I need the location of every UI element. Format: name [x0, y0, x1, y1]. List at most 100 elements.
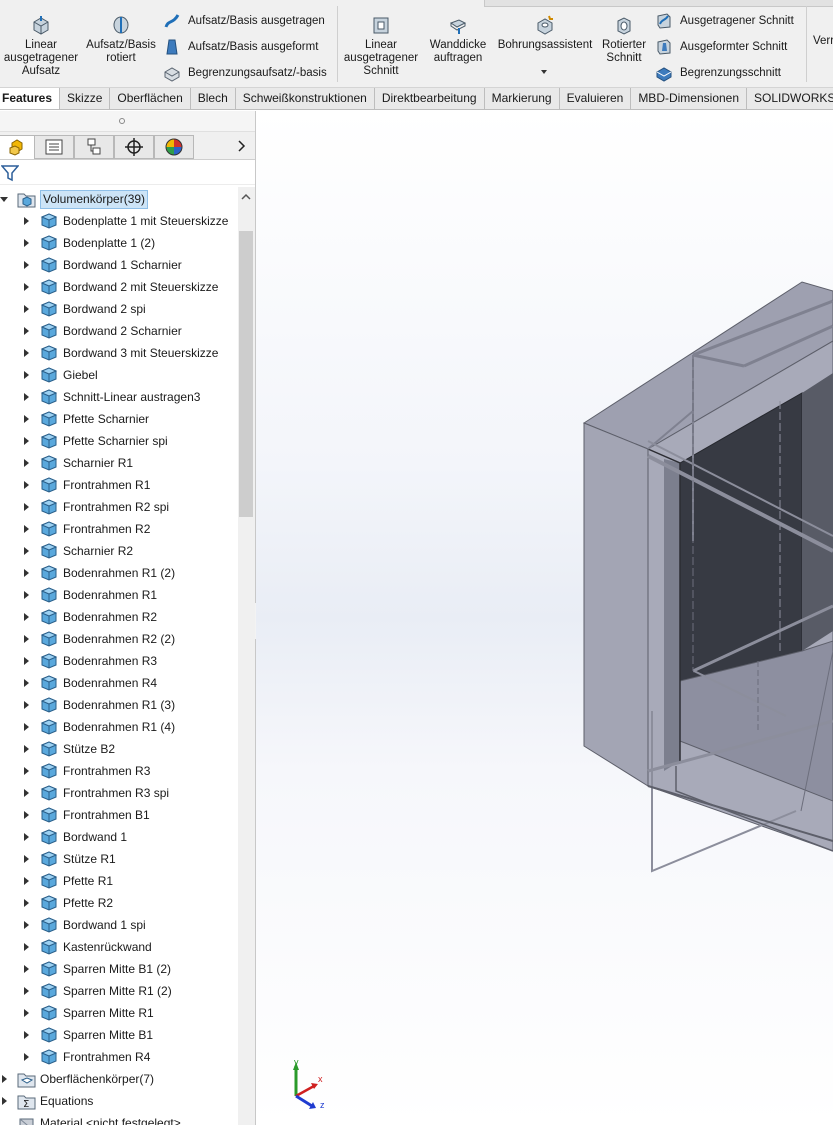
collapse-arrow-icon[interactable]	[0, 195, 8, 203]
tree-filter-row[interactable]	[0, 161, 255, 185]
tree-body-item[interactable]: Giebel	[22, 364, 98, 386]
expand-arrow-icon[interactable]	[22, 987, 30, 995]
tree-body-item[interactable]: Pfette R2	[22, 892, 113, 914]
expand-arrow-icon[interactable]	[22, 481, 30, 489]
tab-markup[interactable]: Markierung	[485, 88, 560, 109]
tab-configuration-manager[interactable]	[74, 135, 114, 159]
expand-arrow-icon[interactable]	[22, 877, 30, 885]
expand-arrow-icon[interactable]	[22, 217, 30, 225]
scroll-thumb[interactable]	[239, 231, 253, 517]
tree-scrollbar[interactable]	[238, 187, 255, 1125]
expand-arrow-icon[interactable]	[22, 1031, 30, 1039]
tree-body-item[interactable]: Bodenplatte 1 mit Steuerskizze	[22, 210, 228, 232]
expand-arrow-icon[interactable]	[22, 327, 30, 335]
expand-arrow-icon[interactable]	[22, 437, 30, 445]
tab-display-manager[interactable]	[154, 135, 194, 159]
linear-boss-button[interactable]: Linear ausgetragener Aufsatz	[2, 14, 80, 78]
expand-arrow-icon[interactable]	[22, 701, 30, 709]
tree-body-item[interactable]: Bodenrahmen R2	[22, 606, 157, 628]
swept-boss-button[interactable]: Aufsatz/Basis ausgetragen	[162, 11, 325, 31]
boundary-boss-button[interactable]: Begrenzungsaufsatz/-basis	[162, 63, 327, 83]
graphics-area[interactable]: y x z	[256, 111, 833, 1125]
expand-arrow-icon[interactable]	[22, 1053, 30, 1061]
tree-body-item[interactable]: Sparren Mitte R1 (2)	[22, 980, 172, 1002]
tree-body-item[interactable]: Frontrahmen R1	[22, 474, 150, 496]
expand-arrow-icon[interactable]	[22, 855, 30, 863]
expand-arrow-icon[interactable]	[0, 1119, 8, 1125]
tree-surface-bodies[interactable]: Oberflächenkörper(7)	[0, 1068, 154, 1090]
expand-arrow-icon[interactable]	[22, 635, 30, 643]
expand-arrow-icon[interactable]	[22, 965, 30, 973]
tree-body-item[interactable]: Scharnier R2	[22, 540, 133, 562]
tab-weldments[interactable]: Schweißkonstruktionen	[236, 88, 375, 109]
tab-sheet-metal[interactable]: Blech	[191, 88, 236, 109]
tree-body-item[interactable]: Bodenrahmen R1	[22, 584, 157, 606]
tree-body-item[interactable]: Kastenrückwand	[22, 936, 152, 958]
panel-grip[interactable]	[0, 111, 255, 132]
tabs-scroll-right-icon[interactable]	[236, 139, 248, 153]
tree-body-item[interactable]: Bodenrahmen R4	[22, 672, 157, 694]
tree-body-item[interactable]: Bodenrahmen R3	[22, 650, 157, 672]
expand-arrow-icon[interactable]	[22, 1009, 30, 1017]
expand-arrow-icon[interactable]	[22, 723, 30, 731]
tree-body-item[interactable]: Bordwand 1 spi	[22, 914, 146, 936]
tree-body-item[interactable]: Stütze R1	[22, 848, 116, 870]
tree-body-item[interactable]: Frontrahmen R2 spi	[22, 496, 169, 518]
tree-body-item[interactable]: Schnitt-Linear austragen3	[22, 386, 200, 408]
tree-body-item[interactable]: Sparren Mitte B1	[22, 1024, 153, 1046]
tree-body-item[interactable]: Bordwand 2 Scharnier	[22, 320, 182, 342]
tree-equations[interactable]: Σ Equations	[0, 1090, 93, 1112]
filter-icon[interactable]	[0, 164, 20, 185]
tree-body-item[interactable]: Bordwand 2 spi	[22, 298, 146, 320]
expand-arrow-icon[interactable]	[22, 679, 30, 687]
expand-arrow-icon[interactable]	[22, 767, 30, 775]
expand-arrow-icon[interactable]	[22, 789, 30, 797]
expand-arrow-icon[interactable]	[22, 569, 30, 577]
expand-arrow-icon[interactable]	[22, 261, 30, 269]
tree-body-item[interactable]: Scharnier R1	[22, 452, 133, 474]
tab-dimxpert-manager[interactable]	[114, 135, 154, 159]
expand-arrow-icon[interactable]	[22, 921, 30, 929]
expand-arrow-icon[interactable]	[22, 811, 30, 819]
tree-body-item[interactable]: Sparren Mitte B1 (2)	[22, 958, 171, 980]
more-commands-button[interactable]: Verr	[813, 31, 833, 51]
tab-evaluate[interactable]: Evaluieren	[560, 88, 632, 109]
model-3d-view[interactable]	[256, 111, 833, 1125]
expand-arrow-icon[interactable]	[22, 525, 30, 533]
tree-body-item[interactable]: Bordwand 1 Scharnier	[22, 254, 182, 276]
expand-arrow-icon[interactable]	[22, 613, 30, 621]
tree-body-item[interactable]: Frontrahmen B1	[22, 804, 150, 826]
tree-body-item[interactable]: Stütze B2	[22, 738, 115, 760]
expand-arrow-icon[interactable]	[22, 415, 30, 423]
expand-arrow-icon[interactable]	[22, 943, 30, 951]
revolved-boss-button[interactable]: Aufsatz/Basis rotiert	[84, 14, 158, 65]
tab-feature-manager[interactable]	[0, 135, 37, 159]
swept-cut-button[interactable]: Ausgetragener Schnitt	[654, 11, 794, 31]
tree-body-item[interactable]: Frontrahmen R2	[22, 518, 150, 540]
tree-material[interactable]: Material <nicht festgelegt>	[0, 1112, 181, 1125]
hole-wizard-dropdown-icon[interactable]	[541, 70, 547, 74]
tree-body-item[interactable]: Pfette Scharnier	[22, 408, 149, 430]
tree-body-item[interactable]: Bodenrahmen R1 (4)	[22, 716, 175, 738]
expand-arrow-icon[interactable]	[22, 503, 30, 511]
expand-arrow-icon[interactable]	[22, 283, 30, 291]
tree-body-item[interactable]: Bordwand 1	[22, 826, 127, 848]
linear-cut-button[interactable]: Linear ausgetragener Schnitt	[342, 14, 420, 78]
expand-arrow-icon[interactable]	[22, 657, 30, 665]
tab-solidworks-addins[interactable]: SOLIDWORKS	[747, 88, 833, 109]
tree-body-item[interactable]: Bordwand 2 mit Steuerskizze	[22, 276, 218, 298]
tree-root-solid-bodies[interactable]: Volumenkörper(39)	[0, 188, 149, 210]
expand-arrow-icon[interactable]	[22, 239, 30, 247]
tab-surfaces[interactable]: Oberflächen	[110, 88, 191, 109]
tree-body-item[interactable]: Frontrahmen R4	[22, 1046, 150, 1068]
expand-arrow-icon[interactable]	[22, 745, 30, 753]
boundary-cut-button[interactable]: Begrenzungsschnitt	[654, 63, 781, 83]
tree-body-item[interactable]: Bodenplatte 1 (2)	[22, 232, 155, 254]
tree-body-item[interactable]: Frontrahmen R3	[22, 760, 150, 782]
scroll-up-icon[interactable]	[241, 190, 251, 204]
tab-mbd-dimensions[interactable]: MBD-Dimensionen	[631, 88, 748, 109]
lofted-cut-button[interactable]: Ausgeformter Schnitt	[654, 37, 787, 57]
expand-arrow-icon[interactable]	[0, 1075, 8, 1083]
tree-body-item[interactable]: Bodenrahmen R1 (2)	[22, 562, 175, 584]
expand-arrow-icon[interactable]	[0, 1097, 8, 1105]
